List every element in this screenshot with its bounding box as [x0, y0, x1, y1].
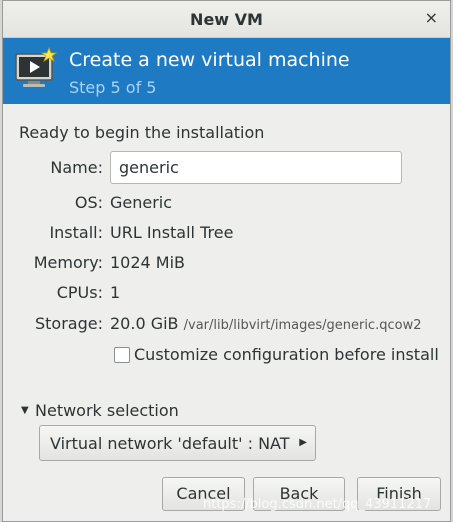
install-value: URL Install Tree	[110, 223, 234, 242]
customize-label[interactable]: Customize configuration before install	[134, 345, 439, 364]
close-icon[interactable]: ×	[425, 9, 438, 27]
cpus-value: 1	[110, 283, 121, 302]
name-label: Name:	[50, 158, 103, 177]
network-source-combo[interactable]: Virtual network 'default' : NAT ▶	[39, 425, 316, 461]
memory-value: 1024 MiB	[110, 253, 186, 272]
chevron-right-icon: ▶	[299, 437, 307, 448]
storage-value: 20.0 GiB /var/lib/libvirt/images/generic…	[110, 314, 421, 333]
summary-page: Ready to begin the installation Name: OS…	[3, 105, 450, 521]
storage-path: /var/lib/libvirt/images/generic.qcow2	[183, 318, 422, 333]
finish-button[interactable]: Finish	[357, 477, 441, 511]
memory-label: Memory:	[33, 253, 103, 272]
network-selection-label[interactable]: Network selection	[35, 401, 179, 420]
cpus-label: CPUs:	[56, 283, 103, 302]
install-label: Install:	[49, 223, 103, 242]
header-banner: Create a new virtual machine Step 5 of 5	[3, 38, 450, 104]
vm-install-icon	[15, 46, 58, 87]
storage-label: Storage:	[35, 314, 103, 333]
ready-heading: Ready to begin the installation	[19, 123, 265, 142]
os-label: OS:	[74, 193, 103, 212]
titlebar: New VM ×	[3, 1, 450, 38]
new-vm-dialog: New VM × Create a new virtual machine St…	[2, 0, 451, 522]
customize-checkbox[interactable]	[114, 347, 130, 363]
name-input[interactable]	[110, 151, 402, 184]
step-indicator: Step 5 of 5	[69, 78, 157, 97]
storage-size: 20.0 GiB	[110, 314, 179, 333]
cancel-button[interactable]: Cancel	[162, 477, 245, 511]
network-source-value: Virtual network 'default' : NAT	[50, 434, 290, 453]
window-title: New VM	[190, 10, 263, 29]
banner-title: Create a new virtual machine	[69, 49, 350, 71]
expander-arrow-icon: ▼	[21, 405, 29, 416]
back-button[interactable]: Back	[253, 477, 345, 511]
os-value: Generic	[110, 193, 173, 212]
